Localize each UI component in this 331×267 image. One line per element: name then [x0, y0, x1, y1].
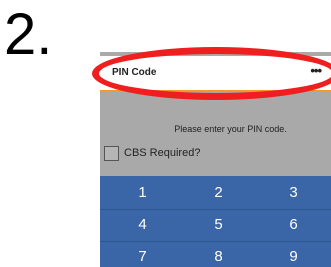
keypad-key-5[interactable]: 5: [180, 210, 257, 240]
keypad-key-7[interactable]: 7: [104, 242, 181, 267]
header-title: PIN Code: [112, 67, 157, 78]
keypad-key-4[interactable]: 4: [104, 210, 181, 240]
keypad-key-3[interactable]: 3: [255, 178, 331, 208]
keypad-key-1[interactable]: 1: [104, 178, 181, 208]
more-options-icon[interactable]: •••: [310, 63, 322, 78]
app-header: PIN Code •••: [100, 56, 331, 92]
cbs-required-checkbox[interactable]: [104, 145, 119, 161]
step-number: 2.: [4, 2, 53, 67]
keypad-key-9[interactable]: 9: [255, 242, 331, 267]
screenshot: 2. PIN Code ••• Please enter your PIN co…: [0, 0, 331, 267]
pin-keypad: 1 2 3 4 5 6 7 8 9: [100, 176, 331, 267]
phone-screen: PIN Code ••• Please enter your PIN code.…: [100, 52, 331, 267]
keypad-key-6[interactable]: 6: [255, 210, 331, 240]
pin-prompt: Please enter your PIN code.: [174, 124, 287, 134]
cbs-required-row[interactable]: CBS Required?: [104, 144, 200, 162]
keypad-key-8[interactable]: 8: [180, 242, 257, 267]
cbs-required-label: CBS Required?: [124, 147, 201, 159]
keypad-key-2[interactable]: 2: [180, 178, 257, 208]
